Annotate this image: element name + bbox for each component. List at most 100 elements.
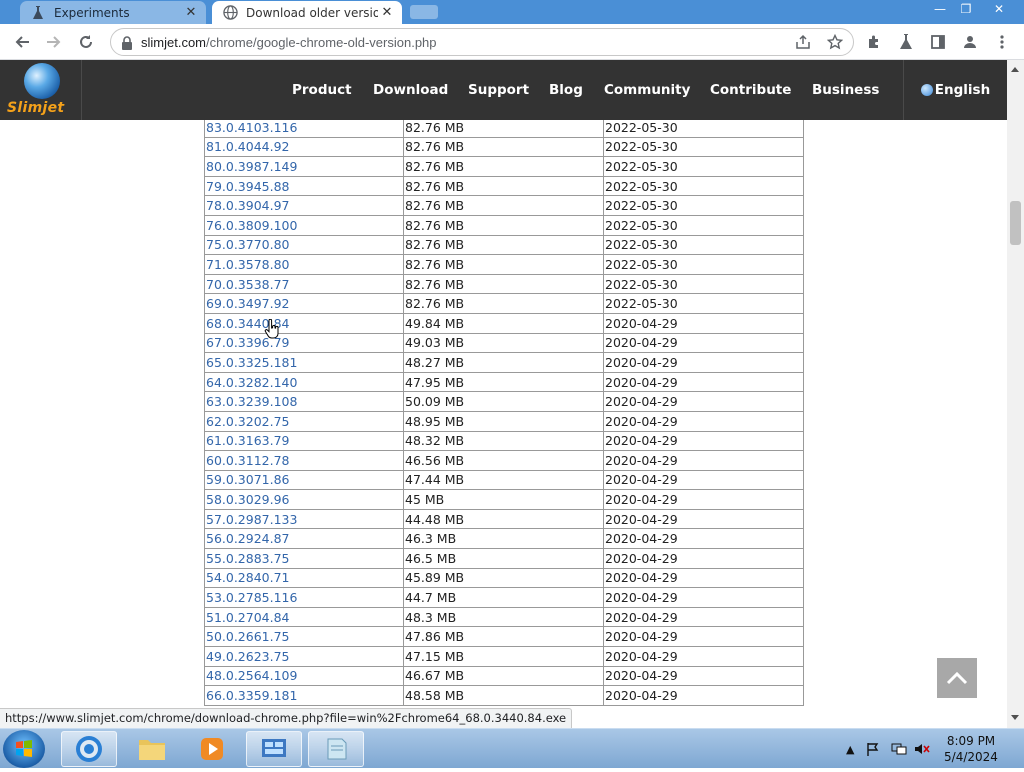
lock-icon[interactable] bbox=[121, 35, 135, 50]
window-close-icon[interactable]: ✕ bbox=[984, 0, 1014, 18]
taskbar-explorer[interactable] bbox=[124, 731, 180, 767]
nav-community[interactable]: Community bbox=[604, 60, 690, 120]
version-link[interactable]: 57.0.2987.133 bbox=[204, 508, 404, 530]
profile-icon[interactable] bbox=[958, 30, 982, 54]
forward-icon[interactable] bbox=[42, 30, 66, 54]
version-link[interactable]: 66.0.3359.181 bbox=[204, 685, 404, 706]
close-tab-icon[interactable]: ✕ bbox=[182, 4, 200, 22]
version-link[interactable]: 58.0.3029.96 bbox=[204, 489, 404, 510]
version-link[interactable]: 50.0.2661.75 bbox=[204, 626, 404, 648]
link-status-bubble: https://www.slimjet.com/chrome/download-… bbox=[0, 708, 573, 728]
release-date: 2022-05-30 bbox=[603, 156, 804, 177]
share-icon[interactable] bbox=[791, 30, 815, 54]
taskbar-network-app[interactable] bbox=[246, 731, 302, 767]
version-link[interactable]: 61.0.3163.79 bbox=[204, 430, 404, 452]
nav-business[interactable]: Business bbox=[812, 60, 879, 120]
slimjet-logo[interactable]: Slimjet bbox=[0, 60, 82, 120]
tab-download-older-versions[interactable]: Download older versio ✕ bbox=[212, 1, 402, 24]
version-link[interactable]: 81.0.4044.92 bbox=[204, 136, 404, 158]
close-tab-icon[interactable]: ✕ bbox=[378, 4, 396, 22]
scroll-down-icon[interactable] bbox=[1011, 715, 1019, 720]
version-link[interactable]: 70.0.3538.77 bbox=[204, 273, 404, 295]
taskbar-notepad[interactable] bbox=[308, 731, 364, 767]
version-link[interactable]: 53.0.2785.116 bbox=[204, 587, 404, 608]
table-row: 55.0.2883.75 46.5 MB 2020-04-29 bbox=[204, 548, 804, 569]
version-link[interactable]: 76.0.3809.100 bbox=[204, 214, 404, 236]
experiments-flask-icon[interactable] bbox=[894, 30, 918, 54]
menu-kebab-icon[interactable] bbox=[990, 30, 1014, 54]
release-date: 2020-04-29 bbox=[603, 430, 804, 452]
nav-product[interactable]: Product bbox=[292, 60, 352, 120]
version-link[interactable]: 54.0.2840.71 bbox=[204, 567, 404, 589]
version-link[interactable]: 65.0.3325.181 bbox=[204, 352, 404, 373]
reload-icon[interactable] bbox=[74, 30, 98, 54]
version-link[interactable]: 68.0.3440.84 bbox=[204, 312, 404, 334]
minimize-icon[interactable]: — bbox=[926, 0, 954, 18]
file-size: 82.76 MB bbox=[403, 175, 604, 197]
version-link[interactable]: 83.0.4103.116 bbox=[204, 120, 404, 138]
version-link[interactable]: 64.0.3282.140 bbox=[204, 371, 404, 393]
version-link[interactable]: 49.0.2623.75 bbox=[204, 646, 404, 667]
back-icon[interactable] bbox=[10, 30, 34, 54]
release-date: 2020-04-29 bbox=[603, 450, 804, 471]
release-date: 2020-04-29 bbox=[603, 410, 804, 432]
volume-muted-icon[interactable] bbox=[914, 729, 930, 769]
version-link[interactable]: 80.0.3987.149 bbox=[204, 156, 404, 177]
action-center-flag-icon[interactable] bbox=[866, 729, 880, 769]
version-link[interactable]: 78.0.3904.97 bbox=[204, 195, 404, 216]
version-link[interactable]: 67.0.3396.79 bbox=[204, 332, 404, 354]
taskbar-media-player[interactable] bbox=[184, 731, 240, 767]
network-tray-icon[interactable] bbox=[891, 729, 907, 769]
file-size: 47.95 MB bbox=[403, 371, 604, 393]
page-content: 83.0.4103.116 82.76 MB 2022-05-30 81.0.4044… bbox=[0, 120, 1007, 728]
new-tab-button[interactable] bbox=[410, 5, 438, 19]
table-row: 68.0.3440.84 49.84 MB 2020-04-29 bbox=[204, 312, 804, 334]
globe-icon bbox=[222, 5, 238, 21]
table-row: 61.0.3163.79 48.32 MB 2020-04-29 bbox=[204, 430, 804, 452]
nav-support[interactable]: Support bbox=[468, 60, 529, 120]
bookmark-star-icon[interactable] bbox=[823, 30, 847, 54]
version-link[interactable]: 51.0.2704.84 bbox=[204, 606, 404, 628]
version-link[interactable]: 62.0.3202.75 bbox=[204, 410, 404, 432]
version-link[interactable]: 55.0.2883.75 bbox=[204, 548, 404, 569]
release-date: 2022-05-30 bbox=[603, 214, 804, 236]
nav-download[interactable]: Download bbox=[373, 60, 448, 120]
file-size: 82.76 MB bbox=[403, 214, 604, 236]
table-row: 51.0.2704.84 48.3 MB 2020-04-29 bbox=[204, 606, 804, 628]
version-link[interactable]: 56.0.2924.87 bbox=[204, 528, 404, 550]
version-link[interactable]: 79.0.3945.88 bbox=[204, 175, 404, 197]
version-link[interactable]: 48.0.2564.109 bbox=[204, 665, 404, 687]
release-date: 2022-05-30 bbox=[603, 120, 804, 138]
nav-contribute[interactable]: Contribute bbox=[710, 60, 791, 120]
show-hidden-icons-icon[interactable]: ▲ bbox=[846, 729, 854, 769]
version-link[interactable]: 69.0.3497.92 bbox=[204, 293, 404, 314]
nav-blog[interactable]: Blog bbox=[549, 60, 583, 120]
scrollbar-thumb[interactable] bbox=[1010, 201, 1021, 245]
file-size: 82.76 MB bbox=[403, 293, 604, 314]
extensions-puzzle-icon[interactable] bbox=[862, 30, 886, 54]
restore-icon[interactable]: ❐ bbox=[952, 0, 980, 18]
back-to-top-button[interactable] bbox=[937, 658, 977, 698]
side-panel-icon[interactable] bbox=[926, 30, 950, 54]
version-link[interactable]: 59.0.3071.86 bbox=[204, 469, 404, 491]
file-size: 48.3 MB bbox=[403, 606, 604, 628]
scroll-up-icon[interactable] bbox=[1011, 67, 1019, 72]
address-bar[interactable]: slimjet.com/chrome/google-chrome-old-ver… bbox=[110, 28, 854, 56]
table-row: 71.0.3578.80 82.76 MB 2022-05-30 bbox=[204, 254, 804, 275]
url-text: slimjet.com/chrome/google-chrome-old-ver… bbox=[141, 35, 437, 50]
version-link[interactable]: 63.0.3239.108 bbox=[204, 391, 404, 412]
file-size: 49.03 MB bbox=[403, 332, 604, 354]
system-clock[interactable]: 8:09 PM 5/4/2024 bbox=[936, 733, 1006, 765]
page-scrollbar[interactable] bbox=[1007, 60, 1024, 728]
file-size: 48.27 MB bbox=[403, 352, 604, 373]
file-size: 44.7 MB bbox=[403, 587, 604, 608]
taskbar-chrome[interactable] bbox=[61, 731, 117, 767]
version-link[interactable]: 60.0.3112.78 bbox=[204, 450, 404, 471]
start-button[interactable] bbox=[3, 730, 45, 768]
version-link[interactable]: 71.0.3578.80 bbox=[204, 254, 404, 275]
file-size: 48.32 MB bbox=[403, 430, 604, 452]
language-selector[interactable]: English bbox=[903, 60, 1007, 120]
version-link[interactable]: 75.0.3770.80 bbox=[204, 234, 404, 256]
release-date: 2022-05-30 bbox=[603, 195, 804, 216]
tab-experiments[interactable]: Experiments ✕ bbox=[20, 1, 206, 24]
